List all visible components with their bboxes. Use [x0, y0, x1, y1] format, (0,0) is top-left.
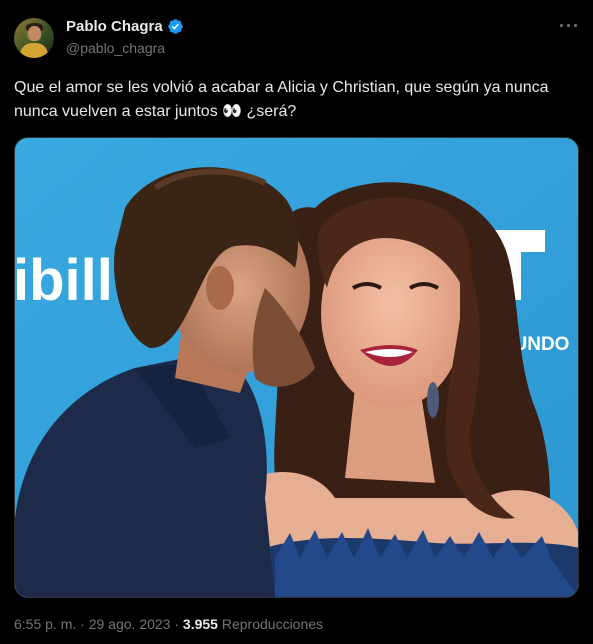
views-label: Reproducciones — [221, 616, 324, 632]
profile-avatar[interactable] — [14, 18, 54, 58]
meta-separator: · — [174, 616, 180, 632]
tweet-header: Pablo Chagra @pablo_chagra — [14, 14, 579, 60]
more-options-icon[interactable] — [559, 18, 579, 32]
tweet-card[interactable]: Pablo Chagra @pablo_chagra Que el amor s… — [0, 0, 593, 644]
tweet-meta: 6:55 p. m. · 29 ago. 2023 · 3.955 Reprod… — [14, 614, 323, 634]
verified-badge-icon — [167, 19, 183, 34]
author-handle[interactable]: @pablo_chagra — [66, 39, 184, 58]
tweet-time[interactable]: 6:55 p. m. — [14, 616, 76, 632]
meta-separator: · — [80, 616, 85, 632]
backdrop-text-left: ibill — [15, 248, 113, 313]
views-count: 3.955 — [182, 616, 218, 632]
tweet-date[interactable]: 29 ago. 2023 — [89, 616, 171, 632]
author-names: Pablo Chagra @pablo_chagra — [66, 17, 184, 58]
tweet-text: Que el amor se les volvió a acabar a Ali… — [14, 79, 549, 120]
author-display-name[interactable]: Pablo Chagra — [66, 17, 163, 36]
photo-illustration: ibill EMUNDO — [15, 138, 578, 597]
tweet-photo[interactable]: ibill EMUNDO — [14, 137, 579, 598]
